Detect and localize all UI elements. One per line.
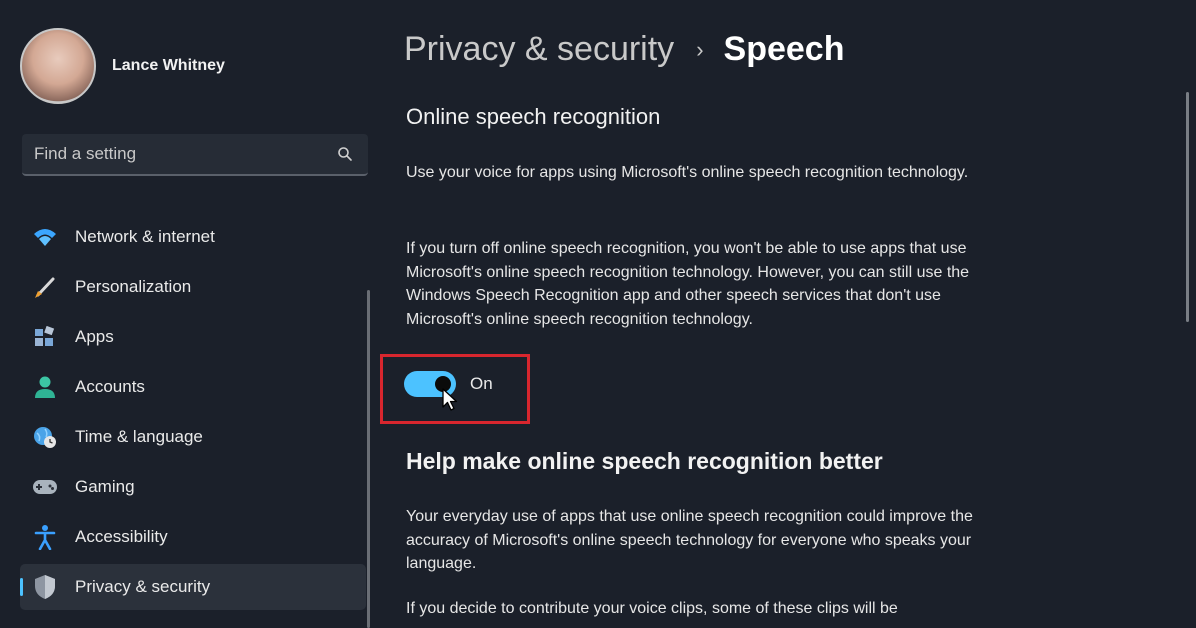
breadcrumb: Privacy & security › Speech	[404, 30, 844, 69]
sidebar-nav: Network & internet Personalization Apps …	[20, 214, 366, 614]
sidebar-item-apps[interactable]: Apps	[20, 314, 366, 360]
sidebar-item-privacy-security[interactable]: Privacy & security	[20, 564, 366, 610]
paintbrush-icon	[32, 274, 58, 300]
sidebar-item-label: Network & internet	[75, 227, 215, 246]
warning-paragraph: If you turn off online speech recognitio…	[406, 240, 970, 328]
avatar	[20, 28, 96, 104]
search-icon[interactable]	[334, 143, 356, 165]
sidebar-item-network[interactable]: Network & internet	[20, 214, 366, 260]
sidebar-item-time-language[interactable]: Time & language	[20, 414, 366, 460]
breadcrumb-separator: ›	[696, 36, 704, 62]
sidebar-item-label: Time & language	[75, 427, 203, 446]
sidebar: Lance Whitney Network & internet	[0, 0, 380, 628]
settings-window: Lance Whitney Network & internet	[0, 0, 1196, 628]
wifi-icon	[32, 224, 58, 250]
voice-clips-paragraph: If you decide to contribute your voice c…	[406, 600, 898, 617]
person-icon	[32, 374, 58, 400]
toggle-state-label: On	[470, 374, 493, 393]
main-scrollbar[interactable]	[1186, 92, 1189, 322]
sidebar-item-personalization[interactable]: Personalization	[20, 264, 366, 310]
sidebar-scrollbar[interactable]	[367, 290, 370, 628]
shield-icon	[32, 574, 58, 600]
sidebar-item-label: Personalization	[75, 277, 192, 296]
sidebar-item-label: Privacy & security	[75, 577, 211, 596]
sidebar-item-label: Gaming	[75, 477, 135, 496]
profile-name: Lance Whitney	[112, 57, 225, 74]
sidebar-item-accounts[interactable]: Accounts	[20, 364, 366, 410]
sidebar-item-label: Accounts	[75, 377, 145, 396]
sidebar-item-label: Apps	[75, 327, 114, 346]
search-box[interactable]	[22, 134, 368, 176]
mouse-cursor-icon	[442, 388, 458, 411]
user-profile[interactable]: Lance Whitney	[20, 28, 225, 104]
search-input[interactable]	[22, 143, 334, 165]
main-content: Privacy & security › Speech Online speec…	[380, 0, 1174, 628]
gamepad-icon	[32, 474, 58, 500]
accessibility-icon	[32, 524, 58, 550]
section-title-online-speech: Online speech recognition	[406, 104, 661, 129]
sidebar-item-gaming[interactable]: Gaming	[20, 464, 366, 510]
sidebar-item-accessibility[interactable]: Accessibility	[20, 514, 366, 560]
description-paragraph: Use your voice for apps using Microsoft'…	[406, 164, 969, 181]
page-title: Speech	[723, 30, 845, 68]
section-title-help-improve: Help make online speech recognition bett…	[406, 448, 883, 474]
sidebar-item-label: Accessibility	[75, 527, 168, 546]
globe-clock-icon	[32, 424, 58, 450]
breadcrumb-parent[interactable]: Privacy & security	[404, 30, 674, 69]
contribution-paragraph: Your everyday use of apps that use onlin…	[406, 508, 973, 572]
apps-icon	[32, 324, 58, 350]
